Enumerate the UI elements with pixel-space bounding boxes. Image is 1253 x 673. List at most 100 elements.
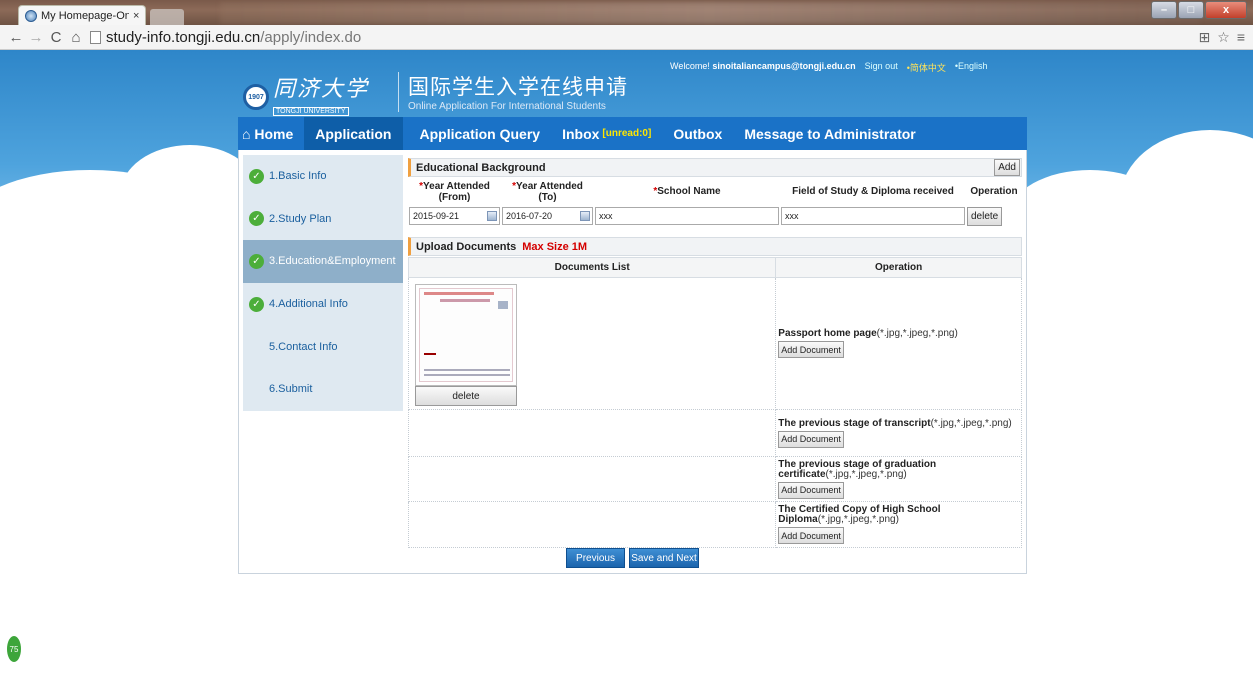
toolbar-icons: ⊞ ☆ ≡ xyxy=(1199,29,1245,46)
delete-education-button[interactable]: delete xyxy=(967,206,1003,226)
main-nav: ⌂ Home Application Application Query Inb… xyxy=(238,117,1027,150)
col-field-of-study: Field of Study & Diploma received xyxy=(792,186,954,197)
sidebar-item-basic-info[interactable]: ✓ 1.Basic Info xyxy=(243,155,403,198)
browser-tab-title: My Homepage-Online S xyxy=(41,10,129,22)
previous-button[interactable]: Previous xyxy=(566,548,625,568)
col-documents-list: Documents List xyxy=(407,257,777,278)
education-panel-header: Educational Background Add xyxy=(408,158,1022,177)
nav-inbox-label: Inbox xyxy=(562,125,600,142)
documents-header-row: Documents List Operation xyxy=(407,257,1022,278)
minimize-icon[interactable]: – xyxy=(1151,1,1177,19)
calendar-icon[interactable] xyxy=(487,211,497,221)
bookmark-star-icon[interactable]: ☆ xyxy=(1217,29,1230,46)
doc-operation: The Certified Copy of High School Diplom… xyxy=(776,505,1021,544)
reload-icon[interactable]: C xyxy=(46,29,66,46)
globe-icon xyxy=(25,10,37,22)
sidebar-item-contact-info[interactable]: 5.Contact Info xyxy=(243,325,403,368)
school-name-input[interactable]: xxx xyxy=(595,207,779,225)
passport-scan-image[interactable] xyxy=(415,284,517,386)
page-icon xyxy=(90,30,101,44)
school-cell: xxx xyxy=(594,205,780,227)
back-arrow-icon[interactable]: ← xyxy=(6,29,26,46)
year-from-input[interactable]: 2015-09-21 xyxy=(409,207,500,225)
nav-inbox[interactable]: Inbox [unread:0] xyxy=(551,117,662,150)
year-from-cell: 2015-09-21 xyxy=(408,205,501,227)
lang-english-link[interactable]: •English xyxy=(955,61,988,74)
education-table: *Year Attended (From) *Year Attended (To… xyxy=(408,178,1022,227)
document-thumbnail: delete xyxy=(415,284,517,406)
scan-line xyxy=(424,374,510,376)
menu-icon[interactable]: ≡ xyxy=(1237,29,1245,46)
sidebar-item-study-plan[interactable]: ✓ 2.Study Plan xyxy=(243,198,403,241)
web-page: 1907 同济大学 TONGJI UNIVERSITY 国际学生入学在线申请 O… xyxy=(0,50,1253,673)
year-from-value: 2015-09-21 xyxy=(413,211,460,221)
scan-line xyxy=(498,301,508,309)
diploma-thumb-cell xyxy=(407,501,777,548)
sidebar-item-label: 3.Education&Employment xyxy=(269,255,396,268)
sidebar-item-label: 4.Additional Info xyxy=(269,298,348,311)
certificate-thumb-cell xyxy=(407,456,777,502)
upload-heading: Upload Documents xyxy=(416,240,517,253)
new-tab-button[interactable] xyxy=(150,9,184,25)
calendar-icon[interactable] xyxy=(580,211,590,221)
app-title: 国际学生入学在线申请 Online Application For Intern… xyxy=(408,75,628,112)
doc-formats: (*.jpg,*.jpeg,*.png) xyxy=(876,328,958,339)
education-heading: Educational Background xyxy=(416,161,546,174)
delete-document-button[interactable]: delete xyxy=(415,386,517,406)
sidebar-item-label: 6.Submit xyxy=(269,383,313,396)
scan-line xyxy=(424,292,494,295)
address-bar: ← → C ⌂ study-info.tongji.edu.cn/apply/i… xyxy=(0,25,1253,50)
sidebar-item-education[interactable]: ✓ 3.Education&Employment xyxy=(243,240,403,283)
add-document-button[interactable]: Add Document xyxy=(778,430,844,448)
logo-chinese: 同济大学 xyxy=(273,77,370,102)
year-to-value: 2016-07-20 xyxy=(506,211,553,221)
close-tab-icon[interactable]: × xyxy=(133,10,139,22)
nav-application-query[interactable]: Application Query xyxy=(409,117,552,150)
year-to-cell: 2016-07-20 xyxy=(501,205,594,227)
nav-message-admin[interactable]: Message to Administrator xyxy=(733,117,926,150)
window-controls: – □ x xyxy=(1151,1,1247,19)
app-title-english: Online Application For International Stu… xyxy=(408,101,606,112)
url-field[interactable]: study-info.tongji.edu.cn/apply/index.do xyxy=(90,29,361,46)
welcome-label: Welcome! xyxy=(670,61,710,71)
doc-formats: (*.jpg,*.jpeg,*.png) xyxy=(825,468,907,480)
add-education-button[interactable]: Add xyxy=(994,159,1020,176)
user-email: sinoitaliancampus@tongji.edu.cn xyxy=(712,61,856,71)
nav-application[interactable]: Application xyxy=(304,117,403,150)
year-to-input[interactable]: 2016-07-20 xyxy=(502,207,593,225)
col-school-label: School Name xyxy=(657,186,721,197)
browser-tab[interactable]: My Homepage-Online S × xyxy=(18,5,146,26)
lang-chinese-link[interactable]: •简体中文 xyxy=(907,61,946,74)
welcome-text: Welcome! sinoitaliancampus@tongji.edu.cn xyxy=(670,61,856,74)
scan-preview xyxy=(419,288,513,382)
header-divider xyxy=(398,72,399,112)
scan-line xyxy=(440,299,490,302)
sign-out-link[interactable]: Sign out xyxy=(865,61,898,74)
sidebar-item-submit[interactable]: 6.Submit xyxy=(243,368,403,411)
maximize-icon[interactable]: □ xyxy=(1178,1,1204,19)
close-window-icon[interactable]: x xyxy=(1205,1,1247,19)
app-title-chinese: 国际学生入学在线申请 xyxy=(408,76,628,99)
save-and-next-button[interactable]: Save and Next xyxy=(629,548,699,568)
upload-panel-header: Upload Documents Max Size 1M xyxy=(408,237,1022,256)
add-document-button[interactable]: Add Document xyxy=(778,527,844,544)
nav-outbox[interactable]: Outbox xyxy=(662,117,733,150)
translate-icon[interactable]: ⊞ xyxy=(1199,29,1211,46)
forward-arrow-icon[interactable]: → xyxy=(26,29,46,46)
col-operation: Operation xyxy=(970,186,1018,197)
doc-name: The previous stage of transcript xyxy=(778,417,931,429)
col-doc-operation: Operation xyxy=(775,257,1022,278)
step-sidebar: ✓ 1.Basic Info ✓ 2.Study Plan ✓ 3.Educat… xyxy=(243,155,403,411)
sidebar-item-additional-info[interactable]: ✓ 4.Additional Info xyxy=(243,283,403,326)
education-header-row: *Year Attended (From) *Year Attended (To… xyxy=(408,178,1022,205)
doc-formats: (*.jpg,*.jpeg,*.png) xyxy=(930,417,1012,429)
table-row: The Certified Copy of High School Diplom… xyxy=(407,501,1022,548)
add-document-button[interactable]: Add Document xyxy=(778,481,844,499)
add-document-button[interactable]: Add Document xyxy=(778,341,844,358)
status-badge[interactable]: 75 xyxy=(7,636,21,662)
home-icon[interactable]: ⌂ xyxy=(66,29,86,46)
field-of-study-input[interactable]: xxx xyxy=(781,207,965,225)
check-icon: ✓ xyxy=(249,211,264,227)
tongji-logo[interactable]: 1907 同济大学 TONGJI UNIVERSITY xyxy=(243,78,369,116)
nav-home[interactable]: ⌂ Home xyxy=(238,117,304,150)
